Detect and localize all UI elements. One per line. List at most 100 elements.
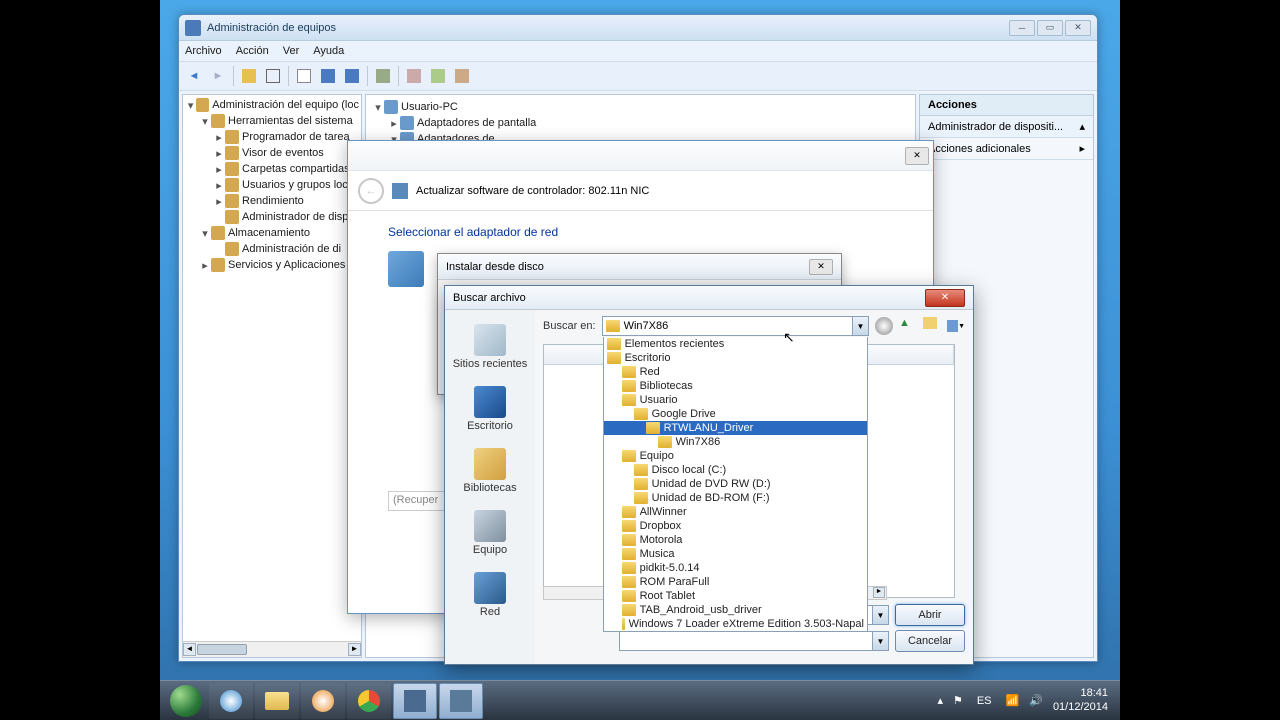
tree-item[interactable]: ▾Almacenamiento: [183, 225, 361, 241]
frame-button[interactable]: [262, 65, 284, 87]
dropdown-item[interactable]: RTWLANU_Driver: [604, 421, 867, 435]
new-folder-icon[interactable]: [923, 317, 941, 335]
tree-item[interactable]: ▸Servicios y Aplicaciones: [183, 257, 361, 273]
close-button[interactable]: ✕: [905, 147, 929, 165]
menu-ayuda[interactable]: Ayuda: [313, 45, 344, 57]
tray-network-icon[interactable]: 📶: [1006, 694, 1020, 707]
tree-item[interactable]: ▸Rendimiento: [183, 193, 361, 209]
dropdown-item[interactable]: Root Tablet: [604, 589, 867, 603]
nav-back-icon[interactable]: [875, 317, 893, 335]
tree-item[interactable]: ▸Usuarios y grupos loc: [183, 177, 361, 193]
driver-icon: [392, 183, 408, 199]
taskbar-ie[interactable]: [209, 683, 253, 719]
dropdown-item[interactable]: Musica: [604, 547, 867, 561]
place-computer[interactable]: Equipo: [445, 504, 535, 566]
dropdown-item[interactable]: Windows 7 Loader eXtreme Edition 3.503-N…: [604, 617, 867, 631]
menu-accion[interactable]: Acción: [236, 45, 269, 57]
forward-button[interactable]: ►: [207, 65, 229, 87]
dropdown-item[interactable]: Motorola: [604, 533, 867, 547]
lookin-label: Buscar en:: [543, 320, 596, 332]
dropdown-item[interactable]: Red: [604, 365, 867, 379]
dropdown-item[interactable]: Equipo: [604, 449, 867, 463]
tray-volume-icon[interactable]: 🔊: [1029, 694, 1043, 707]
dropdown-item[interactable]: TAB_Android_usb_driver: [604, 603, 867, 617]
scan-button[interactable]: [403, 65, 425, 87]
place-recent[interactable]: Sitios recientes: [445, 318, 535, 380]
dropdown-item[interactable]: Unidad de BD-ROM (F:): [604, 491, 867, 505]
place-network[interactable]: Red: [445, 566, 535, 628]
view-a-button[interactable]: [317, 65, 339, 87]
file-titlebar[interactable]: Buscar archivo ✕: [445, 286, 973, 310]
close-button[interactable]: ✕: [809, 259, 833, 275]
device-tree-item[interactable]: ▾Usuario-PC: [370, 99, 911, 115]
tree-item[interactable]: Administrador de disp: [183, 209, 361, 225]
lookin-combo[interactable]: Win7X86 ▼ Elementos recientesEscritorioR…: [602, 316, 869, 336]
dropdown-item[interactable]: Google Drive: [604, 407, 867, 421]
driver-titlebar[interactable]: ✕: [348, 141, 933, 171]
back-button[interactable]: ◄: [183, 65, 205, 87]
dropdown-item[interactable]: pidkit-5.0.14: [604, 561, 867, 575]
menu-archivo[interactable]: Archivo: [185, 45, 222, 57]
driver-bar-text: Actualizar software de controlador: 802.…: [416, 185, 649, 197]
start-button[interactable]: [164, 683, 208, 719]
dropdown-item[interactable]: Unidad de DVD RW (D:): [604, 477, 867, 491]
minimize-button[interactable]: ─: [1009, 20, 1035, 36]
disk-titlebar[interactable]: Instalar desde disco ✕: [438, 254, 841, 280]
tray-language[interactable]: ES: [973, 693, 996, 709]
filetype-combo[interactable]: ▼: [619, 631, 889, 651]
taskbar-media[interactable]: [301, 683, 345, 719]
maximize-button[interactable]: ▭: [1037, 20, 1063, 36]
network-adapter-icon: [388, 251, 424, 287]
view-menu-icon[interactable]: ▼: [947, 317, 965, 335]
left-tree-pane[interactable]: ▾Administración del equipo (loc▾Herramie…: [182, 94, 362, 658]
tree-item[interactable]: ▸Visor de eventos: [183, 145, 361, 161]
tree-item[interactable]: ▸Programador de tarea: [183, 129, 361, 145]
dropdown-item[interactable]: Dropbox: [604, 519, 867, 533]
windows-orb-icon: [170, 685, 202, 717]
dropdown-item[interactable]: Usuario: [604, 393, 867, 407]
tray-expand-icon[interactable]: ▴: [937, 694, 943, 707]
titlebar[interactable]: Administración de equipos ─ ▭ ✕: [179, 15, 1097, 41]
actions-device-manager[interactable]: Administrador de dispositi...▴: [920, 116, 1093, 138]
chevron-down-icon[interactable]: ▼: [852, 317, 868, 335]
taskbar-app-b[interactable]: [439, 683, 483, 719]
back-button[interactable]: ←: [358, 178, 384, 204]
tray-clock[interactable]: 18:41 01/12/2014: [1053, 687, 1108, 713]
menubar: Archivo Acción Ver Ayuda: [179, 41, 1097, 61]
scroll-thumb[interactable]: [197, 644, 247, 655]
dropdown-item[interactable]: Win7X86: [604, 435, 867, 449]
refresh-button[interactable]: [372, 65, 394, 87]
place-desktop[interactable]: Escritorio: [445, 380, 535, 442]
tray-flag-icon[interactable]: ⚑: [953, 694, 963, 707]
menu-ver[interactable]: Ver: [283, 45, 300, 57]
taskbar-explorer[interactable]: [255, 683, 299, 719]
dropdown-item[interactable]: ROM ParaFull: [604, 575, 867, 589]
close-button[interactable]: ✕: [925, 289, 965, 307]
dropdown-item[interactable]: Disco local (C:): [604, 463, 867, 477]
tree-item[interactable]: ▾Herramientas del sistema: [183, 113, 361, 129]
scrollbar-horizontal[interactable]: ◄ ►: [183, 641, 361, 657]
device-tree-item[interactable]: ▸Adaptadores de pantalla: [370, 115, 911, 131]
cancel-button[interactable]: Cancelar: [895, 630, 965, 652]
taskbar-app-a[interactable]: [393, 683, 437, 719]
open-button[interactable]: Abrir: [895, 604, 965, 626]
view-b-button[interactable]: [341, 65, 363, 87]
lookin-dropdown[interactable]: Elementos recientesEscritorioRedBibliote…: [603, 337, 868, 632]
dev-button-b[interactable]: [451, 65, 473, 87]
window-file-browser: Buscar archivo ✕ Sitios recientes Escrit…: [444, 285, 974, 665]
dropdown-item[interactable]: Escritorio: [604, 351, 867, 365]
properties-button[interactable]: [293, 65, 315, 87]
taskbar-chrome[interactable]: [347, 683, 391, 719]
dev-button-a[interactable]: [427, 65, 449, 87]
up-button[interactable]: [238, 65, 260, 87]
place-libraries[interactable]: Bibliotecas: [445, 442, 535, 504]
close-button[interactable]: ✕: [1065, 20, 1091, 36]
dropdown-item[interactable]: Bibliotecas: [604, 379, 867, 393]
actions-more[interactable]: Acciones adicionales▸: [920, 138, 1093, 160]
tree-item[interactable]: ▸Carpetas compartidas: [183, 161, 361, 177]
tree-item[interactable]: Administración de di: [183, 241, 361, 257]
dropdown-item[interactable]: AllWinner: [604, 505, 867, 519]
nav-up-icon[interactable]: ▲: [899, 317, 917, 335]
dropdown-item[interactable]: Elementos recientes: [604, 337, 867, 351]
tree-item[interactable]: ▾Administración del equipo (loc: [183, 97, 361, 113]
